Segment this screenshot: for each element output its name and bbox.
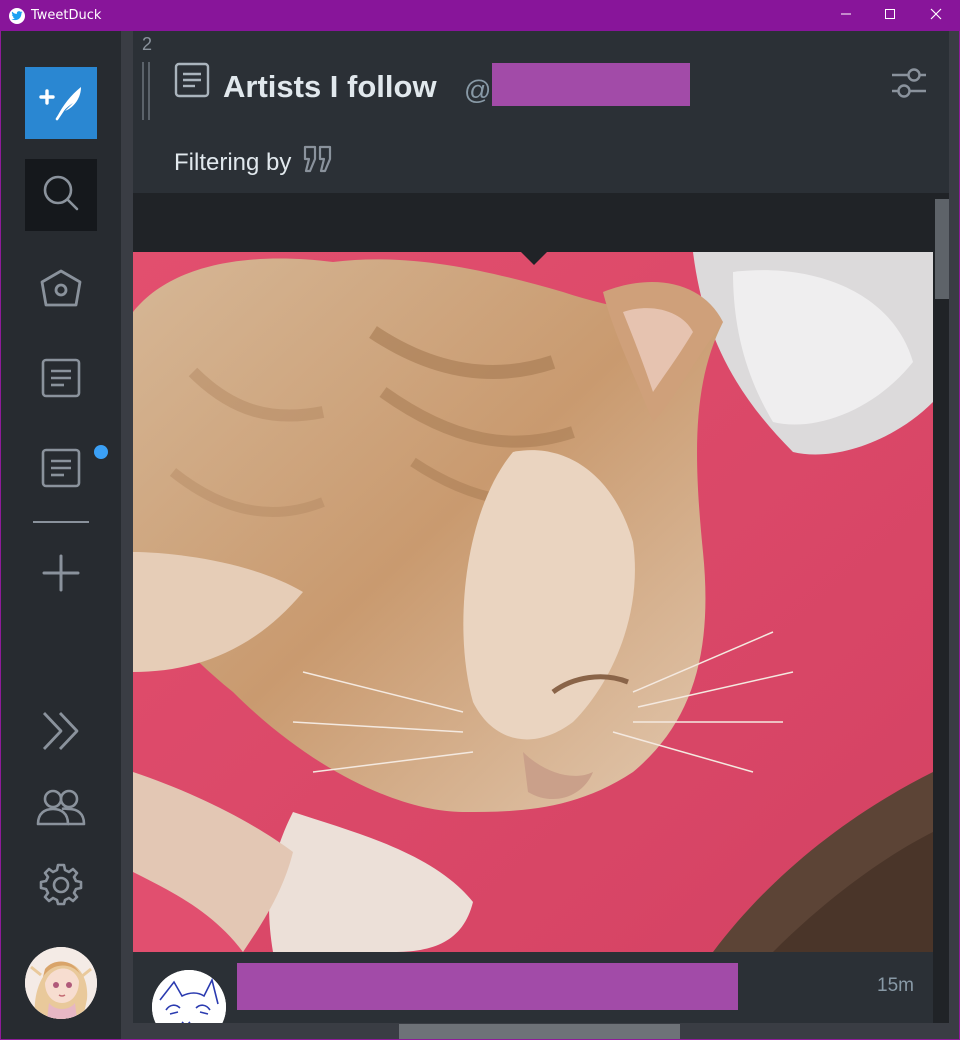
add-column-button[interactable] [25,539,97,611]
tweet-item[interactable]: 15m [133,952,933,1023]
list-icon [40,447,82,494]
home-icon [38,268,84,315]
accounts-icon [36,787,86,832]
vertical-scrollbar-thumb[interactable] [935,199,949,299]
tweet-timestamp[interactable]: 15m [877,975,914,997]
minimize-button[interactable] [823,0,869,31]
close-icon [930,7,942,25]
settings-button[interactable] [25,850,97,922]
horizontal-scrollbar-thumb[interactable] [399,1024,680,1039]
sidebar-divider [33,521,89,523]
gear-icon [39,862,83,911]
app-window: 2 Artists I follow @ Filtering by 15m [1,31,959,1039]
accounts-button[interactable] [25,773,97,845]
column-spacer [133,193,933,251]
column-title[interactable]: Artists I follow [223,69,437,105]
user-avatar[interactable] [152,970,226,1023]
redacted-username [237,963,738,1010]
column-drag-handle[interactable] [142,62,154,120]
avatar-illustration [25,947,97,1019]
minimize-icon [840,7,852,25]
compose-button[interactable] [25,67,97,139]
search-button[interactable] [25,159,97,231]
quote-icon[interactable] [303,145,333,180]
double-chevron-right-icon [40,710,82,757]
list-column: 2 Artists I follow @ Filtering by 15m [133,31,949,1023]
vertical-scrollbar-track[interactable] [933,193,949,1023]
avatar-illustration [152,970,226,1023]
home-button[interactable] [25,255,97,327]
column-options-button[interactable] [890,66,928,105]
search-icon [41,173,81,218]
close-button[interactable] [913,0,959,31]
list-icon [40,357,82,404]
list-icon [174,62,210,103]
sliders-icon [892,68,926,98]
redacted-handle [492,63,690,106]
list-column-button-1[interactable] [25,344,97,416]
maximize-icon [884,7,896,25]
list-column-button-2[interactable] [25,434,97,506]
sidebar [1,31,121,1039]
twitter-bird-icon [9,7,25,24]
unread-indicator-dot [94,445,108,459]
column-header: 2 Artists I follow @ Filtering by [133,31,949,193]
column-handle-at: @ [464,75,492,105]
filter-label: Filtering by [174,148,292,176]
filter-row: Filtering by [174,145,333,180]
expand-sidebar-button[interactable] [25,697,97,769]
account-avatar[interactable] [25,947,97,1019]
maximize-button[interactable] [867,0,913,31]
window-title: TweetDuck [31,8,102,23]
title-bar: TweetDuck [0,0,960,31]
media-caret [521,252,547,265]
plus-icon [41,553,81,598]
photo-cat [133,252,933,952]
tweet-media-image[interactable] [133,252,933,952]
column-number: 2 [142,34,153,54]
compose-tweet-icon [35,79,87,128]
